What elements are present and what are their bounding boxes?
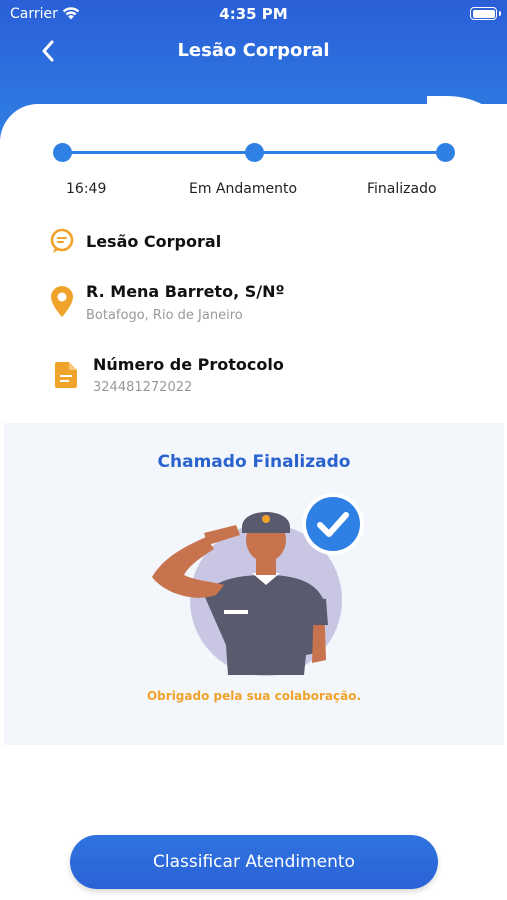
protocol-row: Número de Protocolo 324481272022 <box>0 350 507 402</box>
document-icon <box>55 362 77 392</box>
address-city: Botafogo, Rio de Janeiro <box>86 308 243 323</box>
address-row: R. Mena Barreto, S/Nº Botafogo, Rio de J… <box>0 278 507 330</box>
progress-step-dot <box>245 143 264 162</box>
step-label-in-progress: Em Andamento <box>189 181 298 197</box>
check-badge-icon <box>302 493 364 555</box>
step-label-finished: Finalizado <box>367 181 437 197</box>
step-label-time: 16:49 <box>66 181 107 197</box>
thanks-message: Obrigado pela sua colaboração. <box>146 689 362 703</box>
page-title: Lesão Corporal <box>177 40 330 61</box>
chat-bubble-icon <box>50 228 74 258</box>
battery-icon <box>470 7 501 20</box>
protocol-label: Número de Protocolo <box>93 355 284 374</box>
progress-step-dot <box>436 143 455 162</box>
finished-card: Chamado Finalizado Obrigado pela sua col… <box>4 423 504 745</box>
rate-service-button[interactable]: Classificar Atendimento <box>70 835 438 889</box>
progress-tracker: 16:49 Em Andamento Finalizado <box>0 140 507 200</box>
protocol-number: 324481272022 <box>93 380 193 395</box>
clock: 4:35 PM <box>219 5 288 23</box>
finished-title: Chamado Finalizado <box>157 452 351 472</box>
status-bar: Carrier 4:35 PM <box>0 0 507 28</box>
address-street: R. Mena Barreto, S/Nº <box>86 282 285 301</box>
occurrence-row: Lesão Corporal <box>0 226 507 258</box>
occurrence-type: Lesão Corporal <box>86 232 222 251</box>
progress-step-dot <box>53 143 72 162</box>
screen: Carrier 4:35 PM Lesão Corporal 16:49 Em … <box>0 0 507 900</box>
location-pin-icon <box>51 286 73 322</box>
